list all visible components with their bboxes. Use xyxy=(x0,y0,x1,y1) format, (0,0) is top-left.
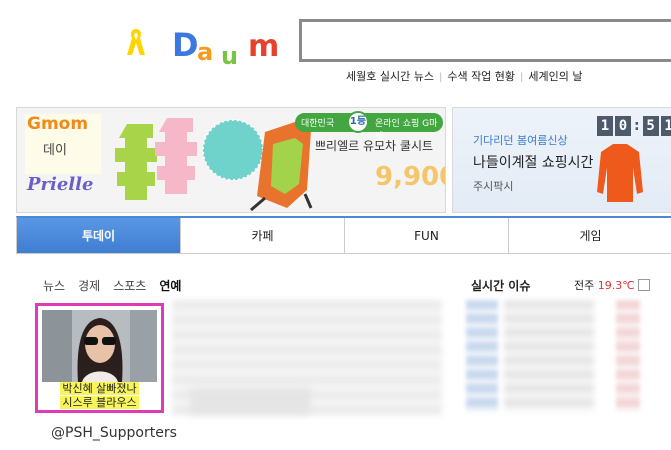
main-tabs: 투데이 카페 FUN 게임 xyxy=(16,216,671,254)
weather-temp: 19.3℃ xyxy=(597,279,635,292)
celebrity-photo xyxy=(42,310,157,382)
ad-product-name: 쁘리엘르 유모차 쿨시트 xyxy=(315,139,434,153)
ad-headline: 나들이계절 쇼핑시간 xyxy=(473,155,594,171)
trending-link[interactable]: 세월호 실시간 뉴스 xyxy=(346,70,434,83)
search-input[interactable] xyxy=(302,22,671,59)
separator: | xyxy=(438,72,443,83)
ad-brand-name: 주시팍시 xyxy=(473,180,514,193)
badge-left-text: 대한민국 xyxy=(301,119,335,129)
trending-link[interactable]: 세계인의 날 xyxy=(528,70,582,83)
blurred-rank-numbers xyxy=(466,300,498,412)
category-sports[interactable]: 스포츠 xyxy=(113,277,146,294)
caption-line: 박신혜 살빠졌나 xyxy=(60,382,139,395)
daum-portal-page: D a u m 세월호 실시간 뉴스 | 수색 작업 현황 | 세계인의 날 Gmom … xyxy=(0,0,671,450)
category-economy[interactable]: 경제 xyxy=(78,277,100,294)
blurred-news-item xyxy=(190,388,310,414)
stroller-seat-image xyxy=(115,118,313,212)
svg-text:u: u xyxy=(221,42,238,66)
clock-digit: 1 xyxy=(597,116,613,136)
fashion-ad-banner[interactable]: 기다리던 봄여름신상 나들이계절 쇼핑시간 주시팍시 1 0 : 5 1 xyxy=(452,107,671,213)
ad-brand-sub: 데이 xyxy=(43,143,67,158)
daum-logo[interactable]: D a u m xyxy=(172,22,290,66)
category-news[interactable]: 뉴스 xyxy=(43,277,65,294)
badge-rank: 1등 xyxy=(347,111,369,133)
gmarket-ad-banner[interactable]: Gmom 데이 Prielle 대한민국 1등 온라인 쇼핑 G마켓 쁘리엘르 … xyxy=(16,107,446,213)
svg-text:D: D xyxy=(172,26,199,64)
weather-toggle-icon[interactable] xyxy=(637,279,650,291)
ad-logo: Prielle xyxy=(27,174,94,195)
yellow-ribbon-icon xyxy=(127,29,145,55)
realtime-issues-title[interactable]: 실시간 이슈 xyxy=(471,277,530,294)
clock-colon: : xyxy=(634,118,640,134)
weather-city: 전주 xyxy=(574,279,595,292)
tab-fun[interactable]: FUN xyxy=(345,218,509,253)
blurred-rank-changes xyxy=(616,300,640,412)
photo-caption: 박신혜 살빠졌나 시스루 블라우스 xyxy=(38,382,161,410)
ad-tagline: 기다리던 봄여름신상 xyxy=(473,134,568,147)
countdown-clock: 1 0 : 5 1 xyxy=(597,116,671,136)
watermark-text: @PSH_Supporters xyxy=(51,425,177,441)
search-box xyxy=(299,19,671,62)
svg-text:a: a xyxy=(197,38,213,66)
caption-line: 시스루 블라우스 xyxy=(60,396,139,409)
clock-digit: 5 xyxy=(642,116,659,136)
ad-brand: Gmom xyxy=(27,114,89,134)
tab-game[interactable]: 게임 xyxy=(509,218,671,253)
separator: | xyxy=(520,72,524,83)
clock-digit: 1 xyxy=(660,116,671,136)
news-category-nav: 뉴스 경제 스포츠 연예 xyxy=(43,277,181,294)
clock-digit: 0 xyxy=(615,116,631,136)
gmarket-badge: 대한민국 1등 온라인 쇼핑 G마켓 xyxy=(295,111,443,142)
featured-photo-card[interactable]: 박신혜 살빠졌나 시스루 블라우스 xyxy=(35,303,164,413)
orange-sweater-image xyxy=(597,144,643,202)
weather-widget[interactable]: 전주 19.3℃ xyxy=(574,277,650,293)
ad-price: 9,900 xyxy=(375,162,445,192)
blurred-issue-list xyxy=(504,300,594,412)
category-entertainment[interactable]: 연예 xyxy=(159,277,181,294)
tab-cafe[interactable]: 카페 xyxy=(181,218,345,253)
tab-today[interactable]: 투데이 xyxy=(17,218,181,253)
trending-links: 세월호 실시간 뉴스 | 수색 작업 현황 | 세계인의 날 xyxy=(346,68,583,84)
trending-link[interactable]: 수색 작업 현황 xyxy=(447,70,515,83)
svg-text:m: m xyxy=(248,29,279,64)
